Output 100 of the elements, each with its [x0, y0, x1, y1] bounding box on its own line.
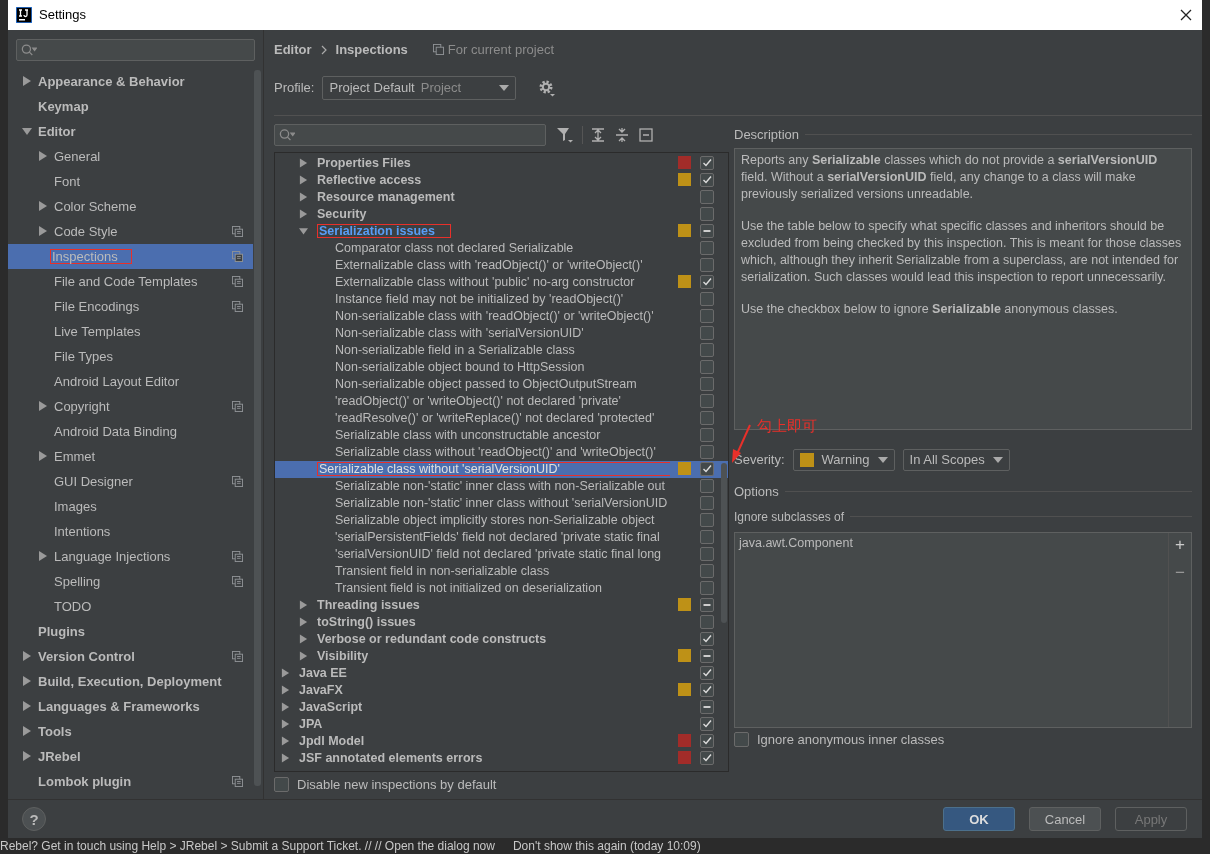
tree-row[interactable]: JavaFX	[275, 681, 728, 699]
sidebar-item[interactable]: Keymap	[8, 93, 253, 119]
expand-arrow-icon[interactable]	[38, 151, 48, 162]
checkbox[interactable]	[700, 292, 714, 307]
checkbox[interactable]	[700, 309, 714, 324]
sidebar-item[interactable]: Tools	[8, 718, 253, 744]
tree-row[interactable]: Serializable class without 'readObject()' and 'writeObject()'	[275, 443, 728, 461]
checkbox[interactable]	[700, 751, 714, 766]
sidebar-item[interactable]: Images	[8, 493, 253, 519]
tree-row[interactable]: Reflective access	[275, 171, 728, 189]
tree-row[interactable]: Non-serializable object passed to ObjectOutputStream	[275, 375, 728, 393]
severity-dropdown[interactable]: Warning	[792, 448, 895, 471]
filter-field[interactable]	[274, 123, 546, 146]
checkbox[interactable]	[700, 326, 714, 341]
checkbox[interactable]	[700, 207, 714, 222]
tree-row[interactable]: Serializable non-'static' inner class with non-Serializable out	[275, 477, 728, 495]
expand-arrow-icon[interactable]	[22, 676, 32, 687]
tree-row[interactable]: 'serialPersistentFields' field not declared 'private static final	[275, 528, 728, 546]
sidebar-item[interactable]: Android Data Binding	[8, 418, 253, 444]
expand-arrow-icon[interactable]	[281, 702, 290, 713]
checkbox[interactable]	[700, 666, 714, 681]
sidebar-item[interactable]: Color Scheme	[8, 193, 253, 219]
dialog-button[interactable]: Cancel	[1029, 807, 1101, 831]
sidebar-item[interactable]: GUI Designer	[8, 468, 253, 494]
sidebar-item[interactable]: Android Layout Editor	[8, 368, 253, 394]
sidebar-item[interactable]: Editor	[8, 118, 253, 144]
tree-row[interactable]: Non-serializable object bound to HttpSession	[275, 358, 728, 376]
tree-row[interactable]: Serializable non-'static' inner class without 'serialVersionUID	[275, 494, 728, 512]
search-field[interactable]	[16, 38, 255, 61]
checkbox[interactable]	[700, 394, 714, 409]
expand-arrow-icon[interactable]	[299, 158, 308, 169]
checkbox[interactable]	[700, 496, 714, 511]
add-button[interactable]: +	[1175, 534, 1185, 555]
checkbox[interactable]	[700, 190, 714, 205]
expand-all-icon[interactable]	[591, 127, 605, 142]
expand-arrow-icon[interactable]	[22, 76, 32, 87]
sidebar-item[interactable]: Version Control	[8, 643, 253, 669]
profile-dropdown[interactable]: Project Default Project	[322, 75, 517, 100]
expand-arrow-icon[interactable]	[299, 617, 308, 628]
expand-arrow-icon[interactable]	[299, 634, 308, 645]
checkbox[interactable]	[700, 564, 714, 579]
tree-row[interactable]: Serialization issues	[275, 222, 728, 240]
tree-row[interactable]: Comparator class not declared Serializable	[275, 239, 728, 257]
expand-arrow-icon[interactable]	[38, 401, 48, 412]
expand-arrow-icon[interactable]	[22, 126, 32, 137]
tree-row[interactable]: Externalizable class without 'public' no-arg constructor	[275, 273, 728, 291]
checkbox[interactable]	[700, 615, 714, 630]
expand-arrow-icon[interactable]	[38, 551, 48, 562]
tree-row[interactable]: Non-serializable field in a Serializable class	[275, 341, 728, 359]
tree-row[interactable]: Transient field is not initialized on deserialization	[275, 579, 728, 597]
sidebar-item[interactable]: Intentions	[8, 518, 253, 544]
tree-row[interactable]: Serializable class without 'serialVersionUID'	[275, 460, 728, 478]
checkbox[interactable]	[700, 428, 714, 443]
tree-row[interactable]: Non-serializable class with 'serialVersionUID'	[275, 324, 728, 342]
tree-row[interactable]: Visibility	[275, 647, 728, 665]
checkbox[interactable]	[700, 547, 714, 562]
expand-arrow-icon[interactable]	[22, 751, 32, 762]
expand-arrow-icon[interactable]	[38, 201, 48, 212]
sidebar-item[interactable]: Appearance & Behavior	[8, 68, 253, 94]
expand-arrow-icon[interactable]	[281, 719, 290, 730]
tree-row[interactable]: toString() issues	[275, 613, 728, 631]
sidebar-item[interactable]: Live Templates	[8, 318, 253, 344]
tree-row[interactable]: Non-serializable class with 'readObject()' or 'writeObject()'	[275, 307, 728, 325]
sidebar-item[interactable]: Build, Execution, Deployment	[8, 668, 253, 694]
sidebar-item[interactable]: Spelling	[8, 568, 253, 594]
expand-arrow-icon[interactable]	[299, 175, 308, 186]
sidebar-item[interactable]: TODO	[8, 593, 253, 619]
remove-button[interactable]: −	[1175, 562, 1185, 583]
tree-row[interactable]: Threading issues	[275, 596, 728, 614]
sidebar-item[interactable]: File and Code Templates	[8, 268, 253, 294]
expand-arrow-icon[interactable]	[281, 753, 290, 764]
tree-row[interactable]: Verbose or redundant code constructs	[275, 630, 728, 648]
checkbox[interactable]	[700, 173, 714, 188]
tree-row[interactable]: JSF annotated elements errors	[275, 749, 728, 767]
close-icon[interactable]	[1180, 9, 1192, 21]
checkbox[interactable]	[700, 632, 714, 647]
expand-arrow-icon[interactable]	[38, 451, 48, 462]
tree-row[interactable]: Serializable class with unconstructable ancestor	[275, 426, 728, 444]
tree-row[interactable]: Serializable object implicitly stores non-Serializable object	[275, 511, 728, 529]
checkbox[interactable]	[734, 731, 749, 747]
checkbox[interactable]	[700, 513, 714, 528]
checkbox[interactable]	[700, 717, 714, 732]
scrollbar-thumb[interactable]	[254, 69, 261, 786]
expand-arrow-icon[interactable]	[281, 685, 290, 696]
checkbox[interactable]	[700, 343, 714, 358]
dialog-button[interactable]: OK	[943, 807, 1015, 831]
expand-arrow-icon[interactable]	[22, 726, 32, 737]
tree-row[interactable]: Externalizable class with 'readObject()' or 'writeObject()'	[275, 256, 728, 274]
sidebar-item[interactable]: Language Injections	[8, 543, 253, 569]
expand-arrow-icon[interactable]	[299, 192, 308, 203]
checkbox[interactable]	[700, 241, 714, 256]
filter-icon[interactable]	[556, 126, 574, 143]
tree-row[interactable]: Security	[275, 205, 728, 223]
expand-arrow-icon[interactable]	[22, 701, 32, 712]
checkbox[interactable]	[700, 462, 714, 477]
tree-row[interactable]: 'readObject()' or 'writeObject()' not declared 'private'	[275, 392, 728, 410]
sidebar-item[interactable]: Languages & Frameworks	[8, 693, 253, 719]
checkbox[interactable]	[700, 411, 714, 426]
tree-row[interactable]: Instance field may not be initialized by 'readObject()'	[275, 290, 728, 308]
tree-row[interactable]: JavaScript	[275, 698, 728, 716]
